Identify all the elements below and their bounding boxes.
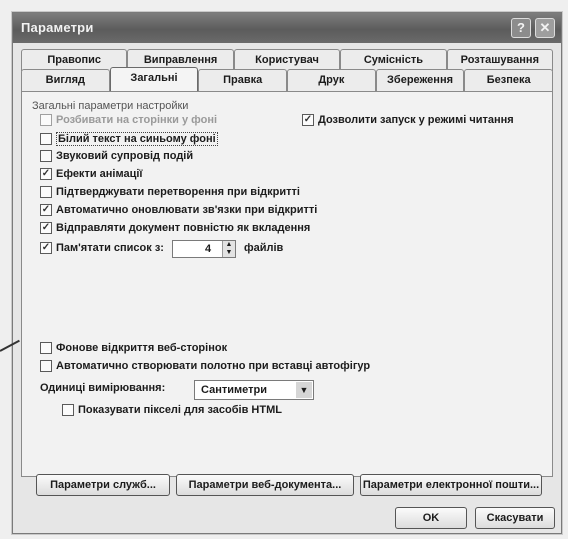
units-label-text: Одиниці вимірювання:: [40, 382, 166, 394]
spinner-value: 4: [205, 243, 212, 255]
recent-files-spinner[interactable]: 4 ▲ ▼: [172, 240, 236, 258]
cancel-button[interactable]: Скасувати: [475, 507, 555, 529]
checkbox[interactable]: [40, 150, 52, 162]
options-dialog: Параметри ? ✕ Правопис Виправлення Корис…: [12, 12, 562, 534]
units-label: Одиниці вимірювання:: [40, 382, 165, 394]
option-label: Розбивати на сторінки у фоні: [56, 114, 218, 126]
tab-row-back: Правопис Виправлення Користувач Сумісніс…: [21, 49, 554, 71]
option-label: Фонове відкриття веб-сторінок: [56, 342, 228, 354]
tab-general[interactable]: Загальні: [109, 67, 199, 91]
checkbox[interactable]: [40, 342, 52, 354]
web-options-button[interactable]: Параметри веб-документа...: [176, 474, 354, 496]
option-html-pixels[interactable]: Показувати пікселі для засобів HTML: [62, 404, 282, 416]
checkbox[interactable]: [40, 242, 52, 254]
option-web-background[interactable]: Фонове відкриття веб-сторінок: [40, 342, 227, 354]
checkbox[interactable]: [40, 133, 52, 145]
checkbox[interactable]: [40, 168, 52, 180]
close-button[interactable]: ✕: [535, 18, 555, 38]
tab-edit[interactable]: Правка: [198, 69, 288, 91]
checkbox[interactable]: [40, 186, 52, 198]
option-animation[interactable]: Ефекти анімації: [40, 168, 143, 180]
option-label: Показувати пікселі для засобів HTML: [78, 404, 282, 416]
group-label: Загальні параметри настройки: [32, 100, 189, 112]
option-label: Автоматично створювати полотно при встав…: [56, 360, 371, 372]
option-label: Білий текст на синьому фоні: [56, 132, 218, 146]
tab-save[interactable]: Збереження: [375, 69, 465, 91]
option-label: Дозволити запуск у режимі читання: [318, 114, 514, 126]
spinner-arrows[interactable]: ▲ ▼: [222, 241, 235, 257]
option-label: Відправляти документ повністю як вкладен…: [56, 222, 311, 234]
recent-files-unit: файлів: [244, 242, 283, 254]
tab-view[interactable]: Вигляд: [21, 69, 110, 91]
option-auto-canvas[interactable]: Автоматично створювати полотно при встав…: [40, 360, 370, 372]
tab-security[interactable]: Безпека: [464, 69, 554, 91]
units-value: Сантиметри: [201, 384, 267, 396]
option-label: Звуковий супровід подій: [56, 150, 194, 162]
checkbox[interactable]: [40, 204, 52, 216]
title-bar: Параметри ? ✕: [13, 13, 561, 43]
tab-user[interactable]: Користувач: [233, 49, 341, 71]
option-blue-background[interactable]: Білий текст на синьому фоні: [40, 132, 218, 146]
checkbox[interactable]: [40, 360, 52, 372]
tab-locations[interactable]: Розташування: [446, 49, 554, 71]
window-title: Параметри: [21, 20, 94, 35]
service-options-button[interactable]: Параметри служб...: [36, 474, 170, 496]
option-auto-update-links[interactable]: Автоматично оновлювати зв'язки при відкр…: [40, 204, 317, 216]
option-mail-attachment[interactable]: Відправляти документ повністю як вкладен…: [40, 222, 310, 234]
option-label: Ефекти анімації: [56, 168, 143, 180]
tab-row-front: Вигляд Загальні Правка Друк Збереження Б…: [21, 67, 554, 91]
option-reading-mode[interactable]: Дозволити запуск у режимі читання: [302, 114, 514, 126]
checkbox[interactable]: [62, 404, 74, 416]
option-label: Підтверджувати перетворення при відкритт…: [56, 186, 300, 198]
general-panel: Загальні параметри настройки Розбивати н…: [21, 91, 553, 496]
option-label: Автоматично оновлювати зв'язки при відкр…: [56, 204, 318, 216]
checkbox[interactable]: [302, 114, 314, 126]
email-options-button[interactable]: Параметри електронної пошти...: [360, 474, 542, 496]
option-label: Пам'ятати список з:: [56, 242, 164, 254]
tab-print[interactable]: Друк: [287, 69, 376, 91]
unit-label: файлів: [244, 242, 284, 254]
chevron-down-icon[interactable]: ▼: [296, 382, 312, 398]
option-background-pagination[interactable]: Розбивати на сторінки у фоні: [40, 114, 217, 126]
checkbox[interactable]: [40, 222, 52, 234]
option-sound[interactable]: Звуковий супровід подій: [40, 150, 193, 162]
help-button[interactable]: ?: [511, 18, 531, 38]
tab-compatibility[interactable]: Сумісність: [340, 49, 447, 71]
option-recent-files[interactable]: Пам'ятати список з:: [40, 242, 164, 254]
checkbox[interactable]: [40, 114, 52, 126]
ok-button[interactable]: OK: [395, 507, 467, 529]
option-confirm-conversion[interactable]: Підтверджувати перетворення при відкритт…: [40, 186, 300, 198]
units-dropdown[interactable]: Сантиметри ▼: [194, 380, 314, 400]
